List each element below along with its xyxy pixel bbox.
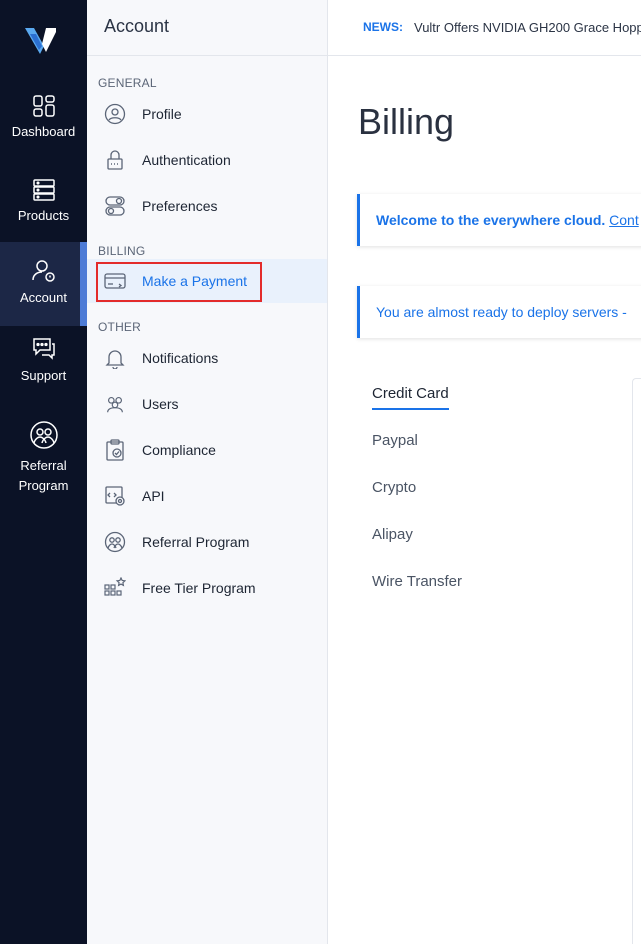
sidebar-title: Account [87,0,327,56]
referral-icon [104,531,126,553]
support-icon [32,338,55,360]
welcome-text: Welcome to the everywhere cloud. [376,212,606,228]
sidebar-item-notifications[interactable]: Notifications [87,336,327,380]
deploy-notice-text[interactable]: You are almost ready to deploy servers - [376,304,627,320]
sidebar-label: Compliance [142,442,216,458]
rail-item-account[interactable]: Account [0,242,87,326]
welcome-continue-link[interactable]: Cont [609,212,639,228]
rail-label-support: Support [20,368,67,383]
deploy-notice: You are almost ready to deploy servers - [357,286,641,338]
api-icon [104,485,126,507]
main-content: Billing Welcome to the everywhere cloud.… [328,57,641,944]
products-icon [32,179,55,201]
sidebar-label: Authentication [142,152,231,168]
page-title: Billing [358,101,455,142]
rail-label-products: Products [17,208,70,223]
tab-wire-transfer[interactable]: Wire Transfer [372,573,462,590]
tab-paypal[interactable]: Paypal [372,432,418,449]
section-other: OTHER [98,320,141,334]
rail-label-referral: Referral Program [18,458,69,493]
news-bar: NEWS: Vultr Offers NVIDIA GH200 Grace Ho… [328,0,641,56]
sidebar-item-referral-program[interactable]: Referral Program [87,520,327,564]
tab-crypto[interactable]: Crypto [372,479,416,496]
vultr-logo[interactable] [22,24,60,56]
rail-label-account: Account [20,290,67,305]
sidebar-label: Notifications [142,350,219,366]
sidebar-label: API [142,488,165,504]
dashboard-icon [32,95,55,117]
tab-alipay[interactable]: Alipay [372,526,413,543]
sidebar-item-make-payment[interactable]: Make a Payment [87,259,327,303]
tab-credit-card[interactable]: Credit Card [372,385,449,410]
account-icon [31,260,55,282]
sidebar-label: Preferences [142,198,218,214]
section-general: GENERAL [98,76,157,90]
clipboard-check-icon [104,439,126,461]
news-link[interactable]: Vultr Offers NVIDIA GH200 Grace Hoppe [414,20,641,35]
welcome-notice: Welcome to the everywhere cloud. Cont [357,194,641,246]
sidebar-item-compliance[interactable]: Compliance [87,428,327,472]
sidebar-label: Free Tier Program [142,580,256,596]
rail-item-referral[interactable]: Referral Program [0,420,87,496]
highlight-box [96,262,262,302]
payment-form-panel [632,378,641,944]
sidebar-label: Users [142,396,179,412]
profile-icon [104,103,126,125]
news-tag: NEWS: [363,20,403,34]
rail-item-dashboard[interactable]: Dashboard [0,94,87,139]
rail-item-products[interactable]: Products [0,178,87,223]
rail-label-dashboard: Dashboard [11,124,76,139]
toggles-icon [104,195,126,217]
free-tier-icon [104,577,126,599]
sidebar-item-api[interactable]: API [87,474,327,518]
sidebar-item-preferences[interactable]: Preferences [87,184,327,228]
users-icon [104,393,126,415]
lock-icon [104,149,126,171]
main-nav-rail: Dashboard Products Account Support Refer… [0,0,87,944]
sidebar-item-users[interactable]: Users [87,382,327,426]
sidebar-item-profile[interactable]: Profile [87,92,327,136]
sidebar-item-free-tier[interactable]: Free Tier Program [87,566,327,610]
rail-item-support[interactable]: Support [0,336,87,383]
sidebar-item-authentication[interactable]: Authentication [87,138,327,182]
sidebar-label: Profile [142,106,182,122]
referral-icon [29,421,58,449]
sidebar-label: Referral Program [142,534,250,550]
account-sidebar: Account GENERAL Profile Authentication P… [87,0,328,944]
section-billing: BILLING [98,244,146,258]
bell-icon [104,347,126,369]
